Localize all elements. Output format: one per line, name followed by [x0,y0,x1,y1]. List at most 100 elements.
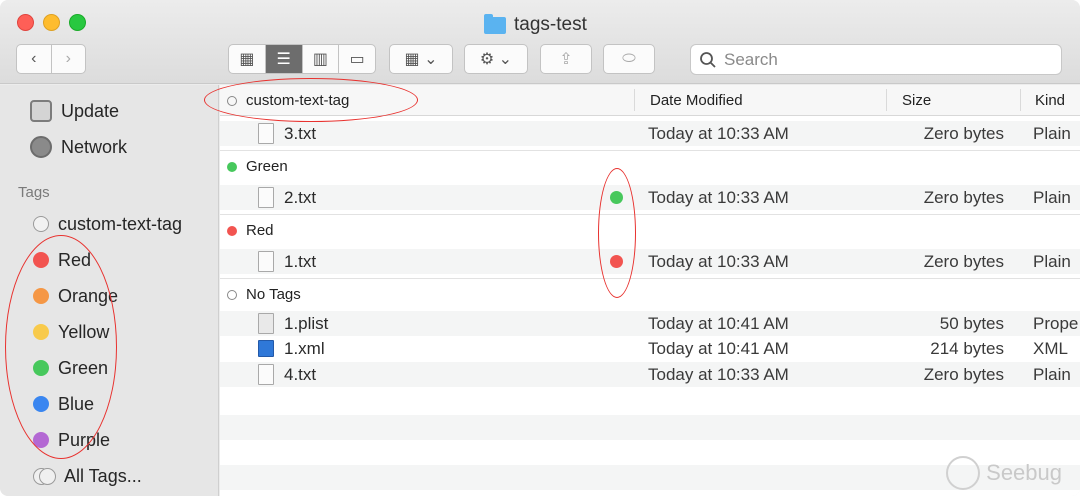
zoom-window-button[interactable] [69,14,86,31]
column-header-date[interactable]: Date Modified [650,92,743,109]
close-window-button[interactable] [17,14,34,31]
file-date: Today at 10:33 AM [648,252,789,271]
sidebar-tag-label: Yellow [58,321,110,342]
sidebar-item-network[interactable]: Network [30,134,127,160]
sidebar-tag-label: Red [58,249,92,270]
group-header-no-tags[interactable]: No Tags [220,278,1080,309]
sidebar-tag-custom-text-tag[interactable]: custom-text-tag [33,211,182,237]
column-divider[interactable] [1020,89,1021,111]
network-globe-icon [30,136,52,158]
forward-button[interactable]: › [52,45,86,73]
all-tags-icon [33,468,56,485]
text-file-icon [258,123,274,144]
group-label: Green [246,158,288,175]
gallery-view-button[interactable]: ▭ [339,45,375,73]
file-kind: XML [1033,339,1068,358]
purple-tag-dot-icon [33,432,49,448]
red-tag-dot-icon [227,226,237,236]
file-date: Today at 10:41 AM [648,339,789,358]
search-field[interactable]: Search [690,44,1062,75]
green-tag-dot-icon [33,360,49,376]
view-mode-group: ▦ ☰ ▥ ▭ [228,44,376,74]
file-row-1-txt[interactable]: 1.txt Today at 10:33 AM Zero bytes Plain [220,249,1080,274]
sidebar-tag-purple[interactable]: Purple [33,427,110,453]
column-divider[interactable] [886,89,887,111]
file-size: 214 bytes [930,339,1004,358]
file-row-1-plist[interactable]: 1.plist Today at 10:41 AM 50 bytes Prope [220,311,1080,336]
list-view-button[interactable]: ☰ [265,45,303,73]
green-tag-dot-icon [227,162,237,172]
icon-view-button[interactable]: ▦ [229,45,266,73]
search-placeholder: Search [724,49,778,69]
file-kind: Plain [1033,365,1071,384]
column-view-button[interactable]: ▥ [303,45,340,73]
file-date: Today at 10:33 AM [648,365,789,384]
yellow-tag-dot-icon [33,324,49,340]
share-button[interactable]: ⇪ [540,44,592,74]
sidebar-tag-label: Orange [58,285,119,306]
empty-row-stripe [220,415,1080,440]
file-row-2-txt[interactable]: 2.txt Today at 10:33 AM Zero bytes Plain [220,185,1080,210]
text-file-icon [258,364,274,385]
file-size: Zero bytes [923,188,1004,207]
file-kind: Plain [1033,124,1071,143]
sidebar-item-update[interactable]: Update [30,98,119,124]
sidebar-tag-yellow[interactable]: Yellow [33,319,109,345]
window-title: tags-test [484,12,587,38]
column-header-name[interactable]: custom-text-tag [246,92,349,109]
file-name: 4.txt [284,365,317,384]
sidebar-tag-red[interactable]: Red [33,247,91,273]
column-header-size[interactable]: Size [902,92,931,109]
minimize-window-button[interactable] [43,14,60,31]
file-name: 2.txt [284,188,317,207]
tag-hollow-dot-icon [227,96,237,106]
file-row-3-txt[interactable]: 3.txt Today at 10:33 AM Zero bytes Plain [220,121,1080,146]
column-header-row: custom-text-tag Date Modified Size Kind [220,85,1080,116]
red-tag-dot-icon [610,255,623,268]
sidebar-tag-orange[interactable]: Orange [33,283,118,309]
sidebar-tag-label: custom-text-tag [58,213,183,234]
sidebar-tag-green[interactable]: Green [33,355,108,381]
plist-file-icon [258,313,274,334]
group-by-button[interactable]: ▦ ⌄ [389,44,453,74]
file-size: Zero bytes [923,252,1004,271]
action-gear-button[interactable]: ⚙ ⌄ [464,44,528,74]
title-toolbar: tags-test ‹ › ▦ ☰ ▥ ▭ ▦ ⌄ ⚙ ⌄ ⇪ ⬭ Search [0,0,1080,84]
back-button[interactable]: ‹ [17,45,52,73]
sidebar-tag-label: Purple [58,429,111,450]
file-row-1-xml[interactable]: 1.xml Today at 10:41 AM 214 bytes XML [220,336,1080,361]
seebug-watermark: Seebug [946,456,1062,490]
folder-icon [484,13,506,34]
file-date: Today at 10:33 AM [648,124,789,143]
file-name: 1.plist [284,314,329,333]
group-label: No Tags [246,286,301,303]
file-kind: Prope [1033,314,1079,333]
sidebar-tag-label: Blue [58,393,95,414]
column-divider[interactable] [634,89,635,111]
sidebar-tag-blue[interactable]: Blue [33,391,94,417]
group-header-green[interactable]: Green [220,150,1080,181]
file-row-4-txt[interactable]: 4.txt Today at 10:33 AM Zero bytes Plain [220,362,1080,387]
sidebar-all-tags[interactable]: All Tags... [33,463,142,489]
back-forward-group: ‹ › [16,44,86,74]
file-size: Zero bytes [923,365,1004,384]
file-name: 3.txt [284,124,317,143]
file-list: custom-text-tag Date Modified Size Kind … [204,78,1080,496]
group-header-red[interactable]: Red [220,214,1080,245]
file-size: Zero bytes [923,124,1004,143]
file-name: 1.xml [284,339,325,358]
sidebar-item-label: Network [61,136,128,157]
edit-tags-button[interactable]: ⬭ [603,44,655,74]
column-header-kind[interactable]: Kind [1035,92,1065,109]
file-kind: Plain [1033,188,1071,207]
file-date: Today at 10:33 AM [648,188,789,207]
watermark-text: Seebug [986,460,1062,485]
text-file-icon [258,187,274,208]
tag-hollow-dot-icon [227,290,237,300]
file-date: Today at 10:41 AM [648,314,789,333]
blue-tag-dot-icon [33,396,49,412]
tag-hollow-dot-icon [33,216,49,232]
finder-window: tags-test ‹ › ▦ ☰ ▥ ▭ ▦ ⌄ ⚙ ⌄ ⇪ ⬭ Search… [0,0,1080,496]
group-label: Red [246,222,274,239]
sidebar-tag-label: Green [58,357,109,378]
